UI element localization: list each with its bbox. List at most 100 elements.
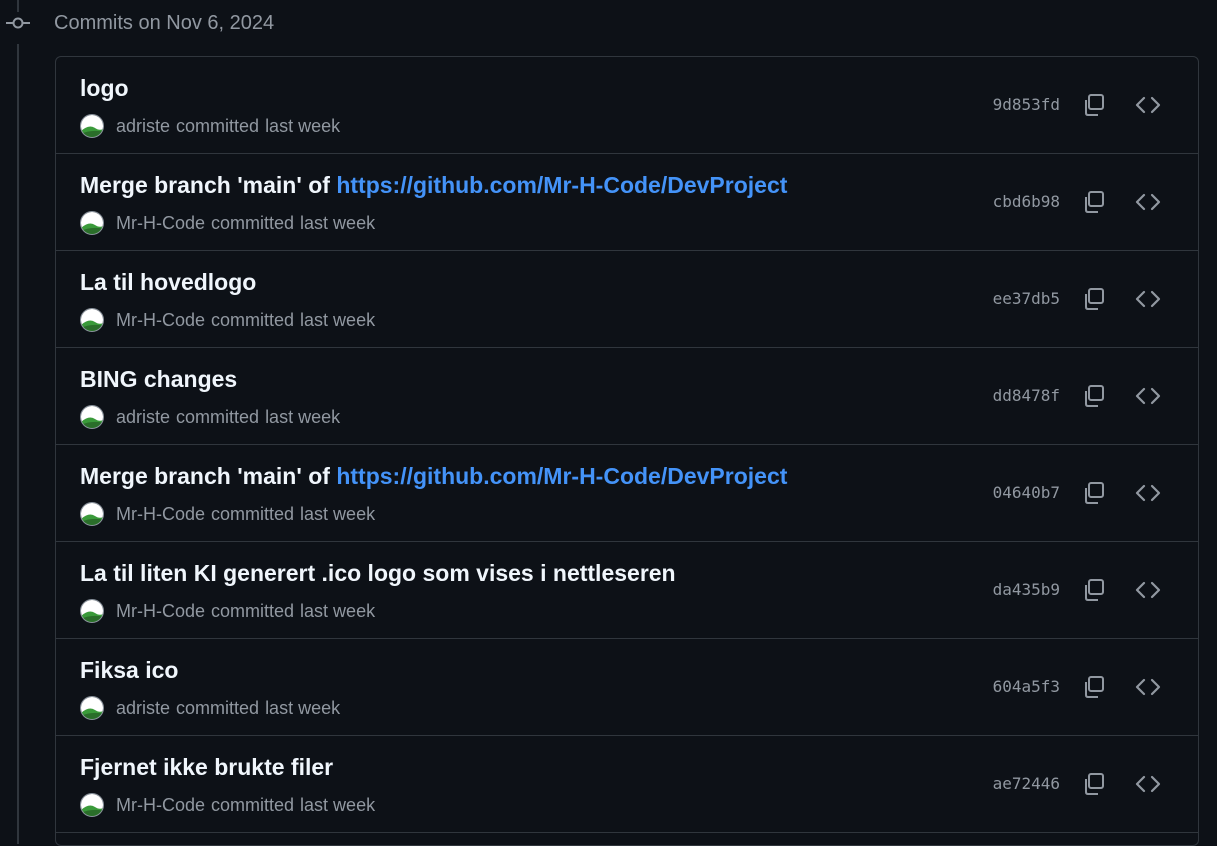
commit-action: committed [176, 115, 260, 136]
commit-time: last week [265, 697, 341, 718]
commit-author[interactable]: Mr-H-Code [116, 504, 205, 525]
commit-row: BING changes adriste committed last week… [56, 348, 1198, 445]
commit-title[interactable]: Fiksa ico [80, 657, 178, 684]
copy-icon [1085, 385, 1104, 407]
copy-sha-button[interactable] [1080, 188, 1108, 216]
avatar-image [81, 406, 103, 428]
commit-group-title: Commits on Nov 6, 2024 [54, 11, 275, 34]
commit-message[interactable]: BING changes [80, 366, 237, 392]
browse-repo-button[interactable] [1134, 382, 1162, 410]
copy-icon [1085, 676, 1104, 698]
code-icon [1135, 290, 1161, 308]
commit-message[interactable]: Merge branch 'main' of [80, 463, 336, 489]
commit-message[interactable]: La til liten KI generert .ico logo som v… [80, 560, 676, 586]
commit-action: committed [211, 600, 295, 621]
copy-icon [1085, 94, 1104, 116]
avatar-image [81, 309, 103, 331]
commit-message[interactable]: La til hovedlogo [80, 269, 256, 295]
commit-row: Merge branch 'main' of https://github.co… [56, 445, 1198, 542]
git-commit-icon [0, 8, 36, 38]
commit-time: last week [300, 309, 376, 330]
code-icon [1135, 96, 1161, 114]
code-icon [1135, 484, 1161, 502]
commit-title[interactable]: La til hovedlogo [80, 269, 256, 296]
commit-action: committed [211, 503, 295, 524]
commit-author[interactable]: adriste [116, 116, 170, 137]
commit-title[interactable]: Merge branch 'main' of https://github.co… [80, 463, 787, 490]
commit-row: La til liten KI generert .ico logo som v… [56, 542, 1198, 639]
commit-meta: adriste committed last week [80, 695, 340, 721]
avatar[interactable] [80, 114, 104, 138]
browse-repo-button[interactable] [1134, 770, 1162, 798]
code-icon [1135, 387, 1161, 405]
commit-sha[interactable]: 9d853fd [993, 95, 1060, 114]
commit-row: Fjernet ikke brukte filer Mr-H-Code comm… [56, 736, 1198, 833]
commit-action: committed [211, 309, 295, 330]
commit-author[interactable]: Mr-H-Code [116, 310, 205, 331]
commit-sha[interactable]: cbd6b98 [993, 192, 1060, 211]
commit-author[interactable]: adriste [116, 698, 170, 719]
copy-sha-button[interactable] [1080, 91, 1108, 119]
browse-repo-button[interactable] [1134, 91, 1162, 119]
commit-author[interactable]: Mr-H-Code [116, 213, 205, 234]
browse-repo-button[interactable] [1134, 285, 1162, 313]
browse-repo-button[interactable] [1134, 479, 1162, 507]
avatar[interactable] [80, 696, 104, 720]
browse-repo-button[interactable] [1134, 673, 1162, 701]
commit-sha[interactable]: dd8478f [993, 386, 1060, 405]
commit-meta: adriste committed last week [80, 113, 340, 139]
commit-message-link[interactable]: https://github.com/Mr-H-Code/DevProject [336, 463, 787, 489]
commit-meta: Mr-H-Code committed last week [80, 210, 375, 236]
commit-sha[interactable]: ee37db5 [993, 289, 1060, 308]
commit-sha[interactable]: 604a5f3 [993, 677, 1060, 696]
browse-repo-button[interactable] [1134, 188, 1162, 216]
commit-title[interactable]: Fjernet ikke brukte filer [80, 754, 333, 781]
commit-sha[interactable]: da435b9 [993, 580, 1060, 599]
copy-sha-button[interactable] [1080, 673, 1108, 701]
copy-sha-button[interactable] [1080, 770, 1108, 798]
copy-icon [1085, 773, 1104, 795]
commit-sha[interactable]: 04640b7 [993, 483, 1060, 502]
avatar-image [81, 503, 103, 525]
code-icon [1135, 193, 1161, 211]
copy-sha-button[interactable] [1080, 285, 1108, 313]
avatar[interactable] [80, 793, 104, 817]
commit-message[interactable]: Merge branch 'main' of [80, 172, 336, 198]
commit-title[interactable]: La til liten KI generert .ico logo som v… [80, 560, 676, 587]
copy-sha-button[interactable] [1080, 479, 1108, 507]
avatar[interactable] [80, 405, 104, 429]
avatar[interactable] [80, 502, 104, 526]
commit-row: La til hovedlogo Mr-H-Code committed las… [56, 251, 1198, 348]
commit-sha[interactable]: ae72446 [993, 774, 1060, 793]
commit-meta: Mr-H-Code committed last week [80, 598, 375, 624]
commit-time: last week [265, 406, 341, 427]
commit-title[interactable]: logo [80, 75, 129, 102]
code-icon [1135, 678, 1161, 696]
commit-message[interactable]: Fjernet ikke brukte filer [80, 754, 333, 780]
avatar[interactable] [80, 599, 104, 623]
code-icon [1135, 581, 1161, 599]
commit-title[interactable]: Merge branch 'main' of https://github.co… [80, 172, 787, 199]
commit-title[interactable]: BING changes [80, 366, 237, 393]
commit-author[interactable]: Mr-H-Code [116, 795, 205, 816]
commit-group-header: Commits on Nov 6, 2024 [0, 8, 274, 38]
commit-meta: Mr-H-Code committed last week [80, 501, 375, 527]
avatar-image [81, 600, 103, 622]
commit-author[interactable]: Mr-H-Code [116, 601, 205, 622]
commit-meta: Mr-H-Code committed last week [80, 792, 375, 818]
commit-author[interactable]: adriste [116, 407, 170, 428]
copy-icon [1085, 579, 1104, 601]
commit-message[interactable]: logo [80, 75, 129, 101]
commit-time: last week [300, 794, 376, 815]
commit-message-link[interactable]: https://github.com/Mr-H-Code/DevProject [336, 172, 787, 198]
commit-time: last week [300, 600, 376, 621]
browse-repo-button[interactable] [1134, 576, 1162, 604]
avatar[interactable] [80, 308, 104, 332]
copy-sha-button[interactable] [1080, 576, 1108, 604]
commit-action: committed [211, 212, 295, 233]
copy-icon [1085, 288, 1104, 310]
copy-sha-button[interactable] [1080, 382, 1108, 410]
avatar-image [81, 697, 103, 719]
commit-message[interactable]: Fiksa ico [80, 657, 178, 683]
avatar[interactable] [80, 211, 104, 235]
